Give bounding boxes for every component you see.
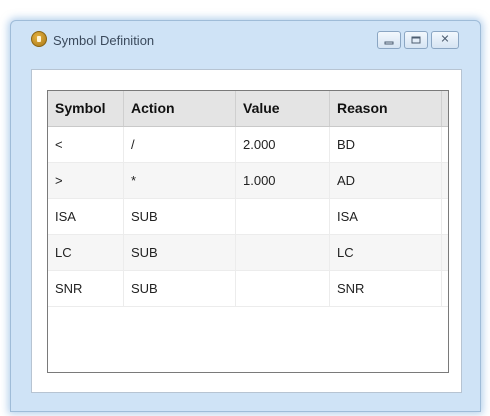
maximize-icon: [411, 36, 421, 44]
cell-symbol[interactable]: >: [48, 163, 124, 198]
window-title: Symbol Definition: [53, 33, 155, 48]
symbol-table[interactable]: Symbol Action Value Reason < / 2.000 BD …: [47, 90, 449, 373]
cell-action[interactable]: SUB: [124, 235, 236, 270]
close-icon: ✕: [440, 33, 450, 46]
table-row[interactable]: LC SUB LC: [48, 235, 448, 271]
column-header-reason[interactable]: Reason: [330, 91, 442, 126]
cell-value[interactable]: 1.000: [236, 163, 330, 198]
column-header-symbol[interactable]: Symbol: [48, 91, 124, 126]
maximize-button[interactable]: [404, 31, 428, 49]
cell-value[interactable]: [236, 235, 330, 270]
table-row[interactable]: ISA SUB ISA: [48, 199, 448, 235]
cell-value[interactable]: [236, 199, 330, 234]
cell-reason[interactable]: ISA: [330, 199, 442, 234]
cell-symbol[interactable]: SNR: [48, 271, 124, 306]
cell-action[interactable]: SUB: [124, 271, 236, 306]
close-button[interactable]: ✕: [431, 31, 459, 49]
cell-reason[interactable]: BD: [330, 127, 442, 162]
symbol-definition-window: Symbol Definition ✕ Symbol Action Value …: [10, 20, 481, 412]
table-row[interactable]: > * 1.000 AD: [48, 163, 448, 199]
caption-buttons: ✕: [377, 31, 461, 51]
cell-action[interactable]: SUB: [124, 199, 236, 234]
cell-reason[interactable]: SNR: [330, 271, 442, 306]
table-header: Symbol Action Value Reason: [48, 91, 448, 127]
title-bar[interactable]: Symbol Definition ✕: [11, 21, 480, 63]
table-row[interactable]: SNR SUB SNR: [48, 271, 448, 307]
minimize-icon: [384, 41, 394, 45]
column-header-value[interactable]: Value: [236, 91, 330, 126]
table-row[interactable]: < / 2.000 BD: [48, 127, 448, 163]
client-area: Symbol Action Value Reason < / 2.000 BD …: [31, 69, 462, 393]
cell-symbol[interactable]: LC: [48, 235, 124, 270]
cell-symbol[interactable]: ISA: [48, 199, 124, 234]
cell-reason[interactable]: LC: [330, 235, 442, 270]
cell-value[interactable]: 2.000: [236, 127, 330, 162]
cell-symbol[interactable]: <: [48, 127, 124, 162]
app-info-icon: [31, 31, 47, 47]
minimize-button[interactable]: [377, 31, 401, 49]
cell-action[interactable]: /: [124, 127, 236, 162]
cell-reason[interactable]: AD: [330, 163, 442, 198]
cell-action[interactable]: *: [124, 163, 236, 198]
column-header-action[interactable]: Action: [124, 91, 236, 126]
cell-value[interactable]: [236, 271, 330, 306]
